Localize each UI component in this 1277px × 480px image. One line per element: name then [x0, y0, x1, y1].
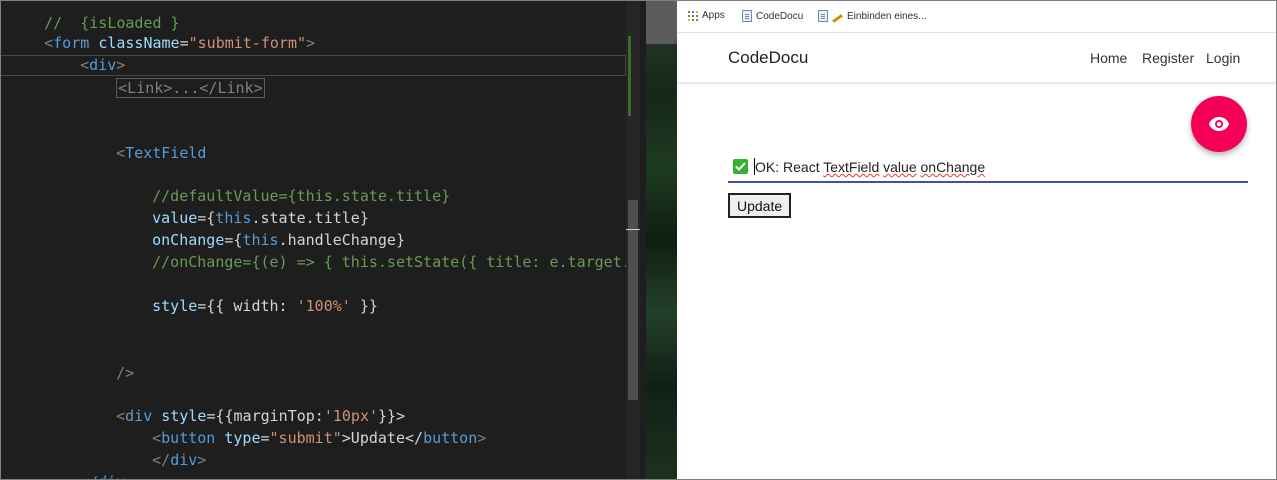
code-token: "submit-form" [188, 34, 307, 52]
code-token: = [260, 429, 270, 447]
browser-window: Apps CodeDocu Einbinden eines... CodeDoc… [677, 0, 1277, 480]
code-line-link-folded[interactable]: <Link>...</Link> [8, 55, 265, 98]
code-line-self-close: /> [8, 340, 134, 382]
spellcheck-word: onChange [920, 159, 986, 175]
code-token: > [477, 429, 487, 447]
nav-link-home[interactable]: Home [1090, 50, 1127, 66]
code-token: '100%' [296, 297, 351, 315]
code-line-div-close-outer: </div> [8, 449, 134, 480]
code-token: }} [350, 297, 378, 315]
code-token: ={{ width: [197, 297, 297, 315]
code-line-value: value={this.state.title} [8, 185, 369, 227]
nav-link-register[interactable]: Register [1142, 50, 1194, 66]
code-token: = [179, 34, 189, 52]
code-line-div-open: <div> [8, 32, 125, 74]
code-token: div [98, 473, 125, 480]
code-line-style: style={{ width: '100%' }} [8, 273, 378, 315]
desktop-background-strip [646, 0, 677, 480]
code-line-div-style: <div style={{marginTop:'10px'}}> [8, 383, 405, 425]
update-button[interactable]: Update [728, 193, 792, 218]
cursor-position-marker [626, 229, 640, 230]
code-comment: //onChange={(e) => { this.setState({ tit… [152, 253, 640, 271]
window-edge [646, 0, 677, 44]
bookmark-einbinden[interactable]: Einbinden eines... [818, 10, 927, 22]
code-token: button [423, 429, 478, 447]
page-icon [742, 10, 752, 22]
text-segment: OK: React [755, 159, 824, 175]
eye-fab-button[interactable] [1191, 96, 1247, 152]
code-token: "submit" [269, 429, 342, 447]
editor-scrollbar-thumb[interactable] [628, 200, 638, 400]
code-line-div-close-inner: </div> [8, 427, 206, 469]
code-token: div [170, 451, 198, 469]
check-mark-icon [733, 159, 748, 174]
spellcheck-word: TextField [823, 159, 880, 175]
code-token: >Update</ [341, 429, 424, 447]
code-token: </ [152, 451, 171, 469]
code-token: </ [80, 473, 98, 480]
page-icon [818, 10, 828, 22]
bookmarks-bar: Apps CodeDocu Einbinden eines... [677, 0, 1277, 33]
eye-icon [1209, 117, 1229, 131]
code-token: TextField [125, 144, 207, 162]
code-token: style [152, 297, 198, 315]
folded-code-region[interactable]: <Link>...</Link> [116, 78, 265, 98]
code-token: > [197, 451, 207, 469]
pencil-icon [832, 11, 843, 22]
code-line-form-open: <form className="submit-form"> [8, 10, 315, 52]
apps-grid-icon [688, 10, 698, 21]
bookmark-label: Einbinden eines... [847, 10, 927, 22]
site-navbar: CodeDocu Home Register Login [677, 34, 1277, 82]
code-editor[interactable]: // {isLoaded } <form className="submit-f… [0, 0, 640, 480]
bookmark-codedocu[interactable]: CodeDocu [742, 10, 803, 22]
code-line-default-value-comment: //defaultValue={this.state.title} [8, 163, 450, 205]
code-line-onchange-comment: //onChange={(e) => { this.setState({ tit… [8, 229, 640, 271]
code-token: < [116, 144, 126, 162]
brand-logo[interactable]: CodeDocu [728, 48, 808, 68]
nav-link-login[interactable]: Login [1206, 50, 1240, 66]
code-token: > [125, 473, 134, 480]
code-line-button: <button type="submit">Update</button> [8, 405, 486, 447]
spellcheck-word: value [883, 159, 917, 175]
code-token: > [306, 34, 316, 52]
title-text-field[interactable]: OK: React TextField value onChange [728, 155, 1248, 183]
text-field-value[interactable]: OK: React TextField value onChange [755, 159, 985, 175]
code-token: type [224, 429, 261, 447]
code-line-onchange: onChange={this.handleChange} [8, 207, 405, 249]
bookmark-apps[interactable]: Apps [688, 10, 725, 21]
bookmark-label: Apps [702, 10, 725, 21]
code-line-textfield-open: <TextField [8, 120, 206, 162]
bookmark-label: CodeDocu [756, 10, 804, 22]
change-marker [628, 36, 631, 116]
code-token: /> [116, 364, 135, 382]
